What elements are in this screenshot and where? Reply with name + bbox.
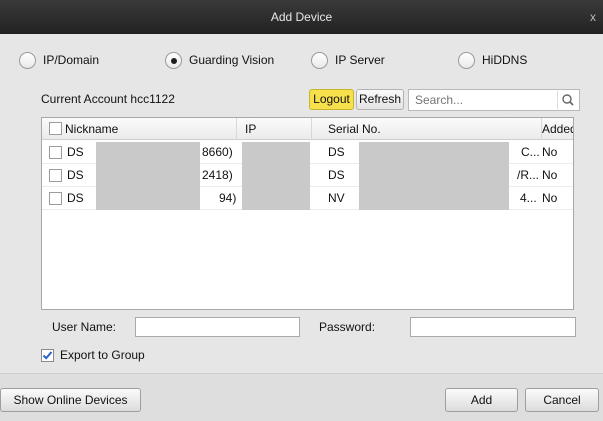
device-table: Nickname IP Serial No. Added DS 8660) DS… <box>41 117 574 310</box>
dialog-footer: Show Online Devices Add Cancel <box>0 373 603 421</box>
password-input[interactable] <box>411 318 575 336</box>
export-to-group-label: Export to Group <box>60 348 145 362</box>
column-serial[interactable]: Serial No. <box>312 118 542 140</box>
added-value: No <box>542 191 558 205</box>
logout-button[interactable]: Logout <box>309 89 354 110</box>
nickname-suffix: 2418) <box>202 168 233 182</box>
current-account-label: Current Account <box>41 92 128 106</box>
export-to-group-checkbox[interactable] <box>41 348 54 362</box>
added-value: No <box>542 168 558 182</box>
added-value: No <box>542 145 558 159</box>
redacted-nickname <box>96 142 200 210</box>
radio-hiddns-dot[interactable] <box>458 51 475 69</box>
export-to-group[interactable]: Export to Group <box>41 346 145 364</box>
column-ip[interactable]: IP <box>237 118 312 140</box>
row-checkbox[interactable] <box>49 146 62 159</box>
checkmark-icon <box>42 350 53 360</box>
add-device-dialog: Add Device x IP/Domain Guarding Vision I… <box>0 0 603 421</box>
row-checkbox[interactable] <box>49 169 62 182</box>
username-label: User Name: <box>52 320 117 334</box>
nickname-prefix: DS <box>67 168 84 182</box>
row-checkbox[interactable] <box>49 192 62 205</box>
column-nickname[interactable]: Nickname <box>65 118 237 140</box>
radio-guarding-vision-dot[interactable] <box>165 51 182 69</box>
radio-ip-domain-label: IP/Domain <box>43 53 100 67</box>
username-field <box>135 317 300 337</box>
show-online-devices-button[interactable]: Show Online Devices <box>0 388 141 412</box>
nickname-suffix: 94) <box>219 191 237 205</box>
redacted-ip <box>242 142 310 210</box>
radio-hiddns-label: HiDDNS <box>482 53 528 67</box>
radio-ip-server[interactable]: IP Server <box>311 48 385 72</box>
password-label: Password: <box>319 320 376 334</box>
current-account: Current Account hcc1122 <box>41 92 175 106</box>
credentials-row: User Name: Password: <box>0 317 603 339</box>
table-header: Nickname IP Serial No. Added <box>42 118 573 140</box>
serial-prefix: DS <box>328 145 345 159</box>
refresh-button[interactable]: Refresh <box>356 89 404 110</box>
add-button[interactable]: Add <box>445 388 518 412</box>
radio-guarding-vision[interactable]: Guarding Vision <box>165 48 274 72</box>
serial-suffix: 4... <box>520 191 537 205</box>
nickname-suffix: 8660) <box>202 145 233 159</box>
column-added[interactable]: Added <box>542 118 573 140</box>
radio-ip-server-label: IP Server <box>335 53 385 67</box>
serial-prefix: DS <box>328 168 345 182</box>
magnifier-icon[interactable] <box>557 91 577 109</box>
radio-ip-domain[interactable]: IP/Domain <box>19 48 99 72</box>
password-field <box>410 317 576 337</box>
current-account-name: hcc1122 <box>130 92 175 106</box>
cancel-button[interactable]: Cancel <box>525 388 599 412</box>
radio-ip-domain-dot[interactable] <box>19 51 36 69</box>
title-bar: Add Device x <box>0 0 603 34</box>
serial-suffix: /R... <box>517 168 540 182</box>
select-all-checkbox[interactable] <box>49 122 62 135</box>
radio-guarding-vision-label: Guarding Vision <box>189 53 275 67</box>
username-input[interactable] <box>136 318 299 336</box>
account-toolbar: Current Account hcc1122 Logout Refresh <box>0 88 603 112</box>
search-box <box>408 89 580 111</box>
redacted-serial <box>359 142 509 210</box>
serial-suffix: C... <box>521 145 540 159</box>
nickname-prefix: DS <box>67 191 84 205</box>
radio-hiddns[interactable]: HiDDNS <box>458 48 527 72</box>
window-title: Add Device <box>270 10 333 24</box>
close-icon[interactable]: x <box>585 0 601 34</box>
serial-prefix: NV <box>328 191 345 205</box>
add-mode-radio-group: IP/Domain Guarding Vision IP Server HiDD… <box>0 48 603 72</box>
radio-ip-server-dot[interactable] <box>311 51 328 69</box>
nickname-prefix: DS <box>67 145 84 159</box>
search-input[interactable] <box>409 90 549 110</box>
